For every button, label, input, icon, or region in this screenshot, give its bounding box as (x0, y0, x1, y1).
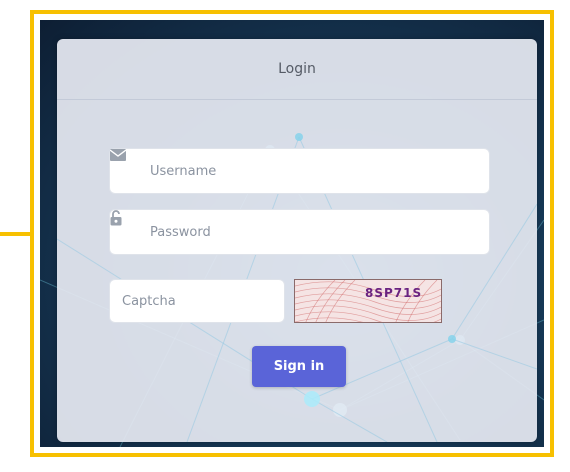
highlight-frame: Login Username Password Captcha 8SP71S S… (30, 10, 554, 457)
page-title: Login (278, 61, 316, 77)
captcha-placeholder: Captcha (122, 293, 176, 309)
lock-icon (110, 210, 142, 242)
password-placeholder: Password (150, 224, 211, 240)
login-card: Login Username Password Captcha 8SP71S S… (57, 39, 537, 442)
background-network-image: Login Username Password Captcha 8SP71S S… (40, 20, 544, 447)
captcha-text: 8SP71S (365, 286, 423, 300)
highlight-bracket (0, 232, 32, 236)
captcha-input[interactable]: Captcha (109, 279, 285, 323)
sign-in-button[interactable]: Sign in (252, 346, 346, 387)
password-field[interactable]: Password (109, 209, 490, 255)
captcha-image[interactable]: 8SP71S (294, 279, 442, 323)
card-header: Login (57, 39, 537, 100)
username-placeholder: Username (150, 163, 217, 179)
username-field[interactable]: Username (109, 148, 490, 194)
envelope-icon (110, 149, 142, 181)
